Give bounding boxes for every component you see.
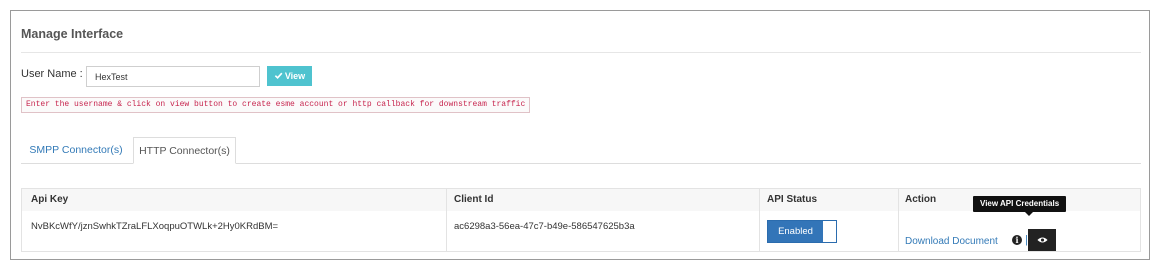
title-divider xyxy=(21,52,1141,53)
header-api-status: API Status xyxy=(767,194,818,205)
column-divider xyxy=(898,189,899,251)
instruction-hint: Enter the username & click on view butto… xyxy=(21,97,531,113)
header-action: Action xyxy=(905,194,937,205)
header-client-id: Client Id xyxy=(454,194,494,205)
view-button[interactable]: View xyxy=(267,66,312,86)
api-key-value: NvBKcWfY/jznSwhkTZraLFLXoqpuOTWLk+2Hy0KR… xyxy=(31,221,279,232)
check-icon xyxy=(274,71,283,82)
tab-smpp-connectors[interactable]: SMPP Connector(s) xyxy=(23,137,129,163)
view-button-label: View xyxy=(284,71,306,81)
view-credentials-tooltip: View API Credentials xyxy=(973,196,1067,212)
panel-title: Manage Interface xyxy=(21,27,124,41)
eye-icon xyxy=(1036,231,1048,249)
tab-http-connectors[interactable]: HTTP Connector(s) xyxy=(133,137,236,164)
client-id-value: ac6298a3-56ea-47c7-b49e-586547625b3a xyxy=(454,221,635,232)
user-name-label: User Name : xyxy=(21,68,83,80)
toggle-enabled-label: Enabled xyxy=(768,221,823,242)
column-divider xyxy=(446,189,447,251)
tooltip-arrow xyxy=(1025,212,1033,216)
user-name-input[interactable] xyxy=(86,66,260,87)
api-status-toggle[interactable]: Enabled xyxy=(767,220,837,243)
manage-interface-panel: Manage Interface User Name : View Enter … xyxy=(10,10,1150,260)
view-credentials-button[interactable] xyxy=(1028,229,1056,251)
header-api-key: Api Key xyxy=(31,194,69,205)
info-icon: i xyxy=(1012,235,1022,245)
download-document-link[interactable]: Download Document xyxy=(905,236,998,247)
column-divider xyxy=(759,189,760,251)
